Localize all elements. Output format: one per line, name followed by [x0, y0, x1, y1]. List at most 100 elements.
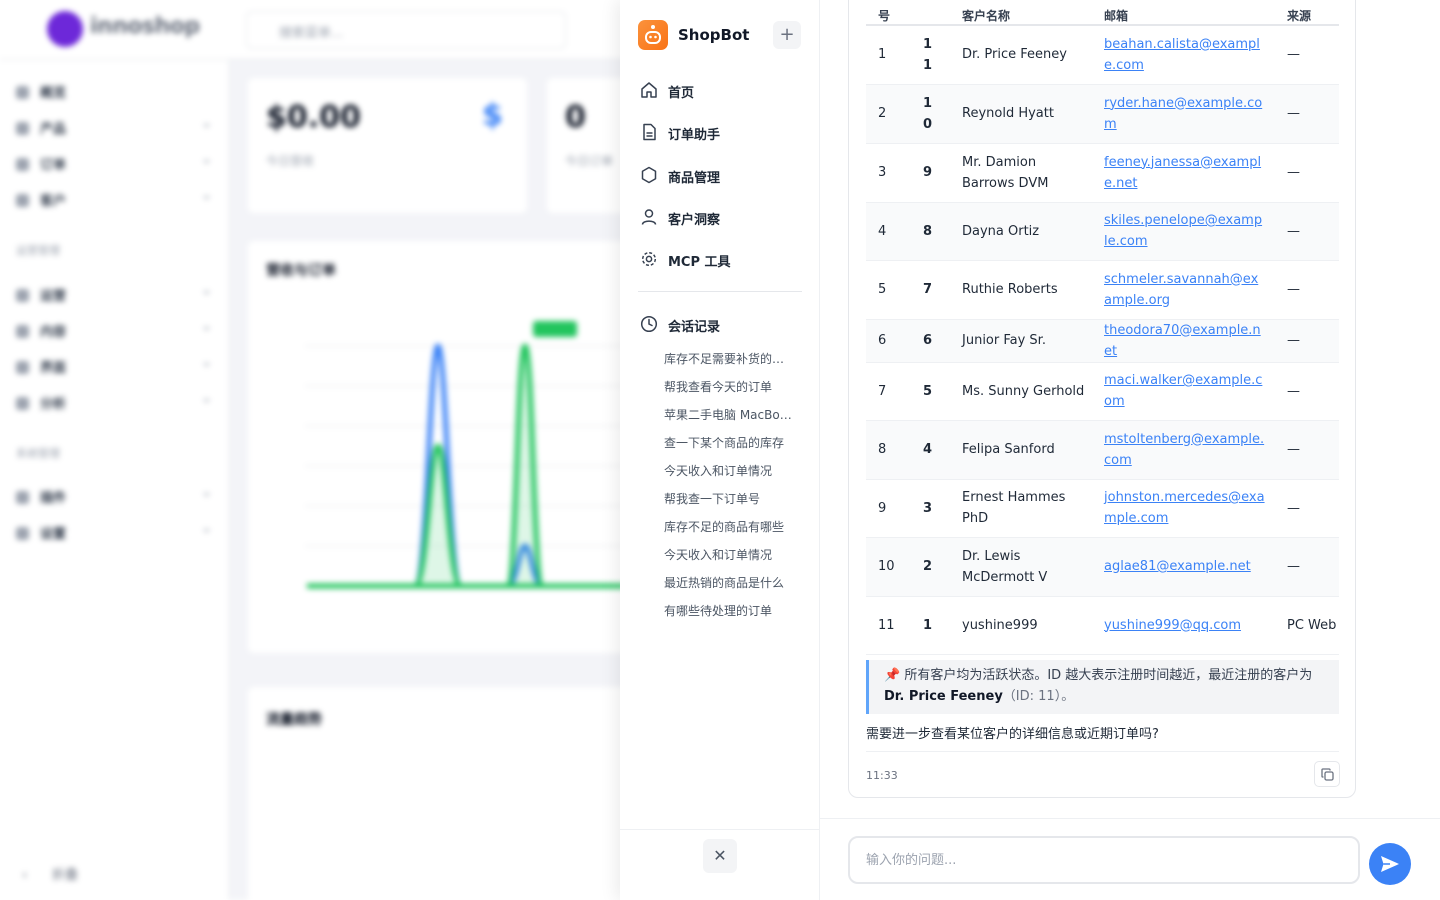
history-item[interactable]: 帮我查看今天的订单: [664, 378, 792, 395]
table-row: 4 8 Dayna Ortiz skiles.penelope@example.…: [866, 202, 1339, 261]
admin-nav-group: 系统管理: [16, 447, 60, 460]
email-link[interactable]: beahan.calista@example.com: [1104, 37, 1260, 73]
cell-name: Reynold Hyatt: [950, 84, 1092, 144]
copy-button[interactable]: [1314, 761, 1340, 787]
menu-item-product-management[interactable]: 商品管理: [638, 160, 804, 190]
cell-source: —: [1275, 537, 1339, 597]
innoshop-logo-icon: [47, 11, 83, 47]
cell-no: 1: [866, 25, 911, 85]
admin-nav-item: 订单: [16, 152, 212, 178]
email-link[interactable]: yushine999@qq.com: [1104, 618, 1241, 633]
admin-nav-item: 客户: [16, 188, 212, 214]
cell-no: 11: [866, 596, 911, 655]
cell-name: Dr. Price Feeney: [950, 25, 1092, 85]
blurred-chart: [305, 343, 625, 589]
cell-source: —: [1275, 202, 1339, 261]
admin-nav-item: 分析: [16, 391, 212, 417]
menu-item-order-assistant[interactable]: 订单助手: [638, 117, 804, 147]
cell-source: —: [1275, 319, 1339, 363]
cell-email: theodora70@example.net: [1092, 319, 1275, 363]
chat-input[interactable]: [848, 836, 1360, 884]
send-button[interactable]: [1369, 843, 1411, 885]
cell-no: 10: [866, 537, 911, 597]
cell-name: Ruthie Roberts: [950, 260, 1092, 320]
cell-id: 8: [911, 202, 950, 261]
cell-no: 5: [866, 260, 911, 320]
history-item[interactable]: 今天收入和订单情况: [664, 462, 792, 479]
email-link[interactable]: skiles.penelope@example.com: [1104, 213, 1262, 249]
history-item[interactable]: 库存不足的商品有哪些: [664, 518, 792, 535]
menu-item-home[interactable]: 首页: [638, 75, 804, 105]
menu-item-label: 商品管理: [668, 171, 721, 186]
admin-nav-item: 界面: [16, 355, 212, 381]
history-item[interactable]: 查一下某个商品的库存: [664, 434, 792, 451]
assistant-message: 号 客户名称 邮箱 来源 1 11 Dr. Price Feeney beaha…: [848, 0, 1356, 798]
clock-icon: [640, 315, 658, 333]
cell-name: Junior Fay Sr.: [950, 319, 1092, 363]
cell-email: feeney.janessa@example.net: [1092, 143, 1275, 203]
email-link[interactable]: schmeler.savannah@example.org: [1104, 272, 1258, 308]
table-row: 1 11 Dr. Price Feeney beahan.calista@exa…: [866, 25, 1339, 85]
cell-name: yushine999: [950, 596, 1092, 655]
email-link[interactable]: ryder.hane@example.com: [1104, 96, 1262, 132]
stat-revenue-label: 今日营收: [266, 154, 315, 168]
sidebar-divider: [638, 291, 802, 292]
chat-input-area: [820, 818, 1440, 900]
summary-note: 📌 所有客户均为活跃状态。ID 越大表示注册时间越近，最近注册的客户为 Dr. P…: [866, 660, 1339, 714]
table-row: 7 5 Ms. Sunny Gerhold maci.walker@exampl…: [866, 362, 1339, 421]
email-link[interactable]: mstoltenberg@example.com: [1104, 432, 1264, 468]
cell-no: 2: [866, 84, 911, 144]
email-link[interactable]: aglae81@example.net: [1104, 559, 1251, 574]
cell-no: 8: [866, 420, 911, 480]
cell-email: johnston.mercedes@example.com: [1092, 479, 1275, 538]
admin-nav-item: 插件: [16, 485, 212, 511]
admin-nav-item: 运营: [16, 283, 212, 309]
admin-nav-item: 内容: [16, 319, 212, 345]
cell-name: Ms. Sunny Gerhold: [950, 362, 1092, 421]
history-item[interactable]: 最近热销的商品是什么: [664, 574, 792, 591]
cell-no: 9: [866, 479, 911, 538]
note-text: 所有客户均为活跃状态。ID 越大表示注册时间越近，最近注册的客户为: [904, 668, 1313, 683]
shopbot-drawer: ShopBot + 首页 订单助手 商品管理 客户洞察 MCP 工具 会话记录 …: [620, 0, 1440, 900]
history-item[interactable]: 帮我查一下订单号: [664, 490, 792, 507]
history-title: 会话记录: [668, 320, 721, 335]
menu-item-mcp-tools[interactable]: MCP 工具: [638, 244, 804, 274]
history-item[interactable]: 今天收入和订单情况: [664, 546, 792, 563]
cell-no: 3: [866, 143, 911, 203]
note-customer-id: （ID: 11）。: [1002, 689, 1075, 704]
close-drawer-button[interactable]: ✕: [703, 839, 737, 873]
conversation-sidebar: ShopBot + 首页 订单助手 商品管理 客户洞察 MCP 工具 会话记录 …: [620, 0, 820, 900]
cell-source: —: [1275, 143, 1339, 203]
table-row: 9 3 Ernest Hammes PhD johnston.mercedes@…: [866, 479, 1339, 538]
cell-id: 10: [911, 84, 950, 144]
new-chat-button[interactable]: +: [773, 21, 801, 49]
cell-id: 6: [911, 319, 950, 363]
app-name: ShopBot: [678, 26, 750, 44]
chat-panel: 号 客户名称 邮箱 来源 1 11 Dr. Price Feeney beaha…: [820, 0, 1440, 900]
menu-item-customer-insights[interactable]: 客户洞察: [638, 202, 804, 232]
history-item[interactable]: 库存不足需要补货的商品: [664, 350, 792, 367]
email-link[interactable]: johnston.mercedes@example.com: [1104, 490, 1265, 526]
history-item[interactable]: 苹果二手电脑 MacBook: [664, 406, 792, 423]
dollar-icon: $: [482, 98, 503, 133]
email-link[interactable]: theodora70@example.net: [1104, 323, 1261, 359]
note-customer-name: Dr. Price Feeney: [884, 689, 1003, 704]
stat-revenue-value: $0.00: [266, 100, 361, 135]
menu-item-label: MCP 工具: [668, 255, 731, 270]
cell-id: 11: [911, 25, 950, 85]
pin-icon: 📌: [884, 668, 901, 683]
table-header: 来源: [1275, 0, 1339, 26]
table-row: 11 1 yushine999 yushine999@qq.com PC Web: [866, 596, 1339, 655]
history-item[interactable]: 有哪些待处理的订单: [664, 602, 792, 619]
chart-title: 营收与订单: [266, 263, 336, 279]
history-header: 会话记录: [638, 309, 804, 339]
cell-source: —: [1275, 420, 1339, 480]
cell-source: —: [1275, 260, 1339, 320]
table-header: 邮箱: [1092, 0, 1275, 26]
admin-search: 搜索菜单...: [246, 11, 566, 49]
table-row: 6 6 Junior Fay Sr. theodora70@example.ne…: [866, 319, 1339, 363]
email-link[interactable]: feeney.janessa@example.net: [1104, 155, 1261, 191]
email-link[interactable]: maci.walker@example.com: [1104, 373, 1262, 409]
admin-nav-item: 产品: [16, 116, 212, 142]
cell-id: 9: [911, 143, 950, 203]
